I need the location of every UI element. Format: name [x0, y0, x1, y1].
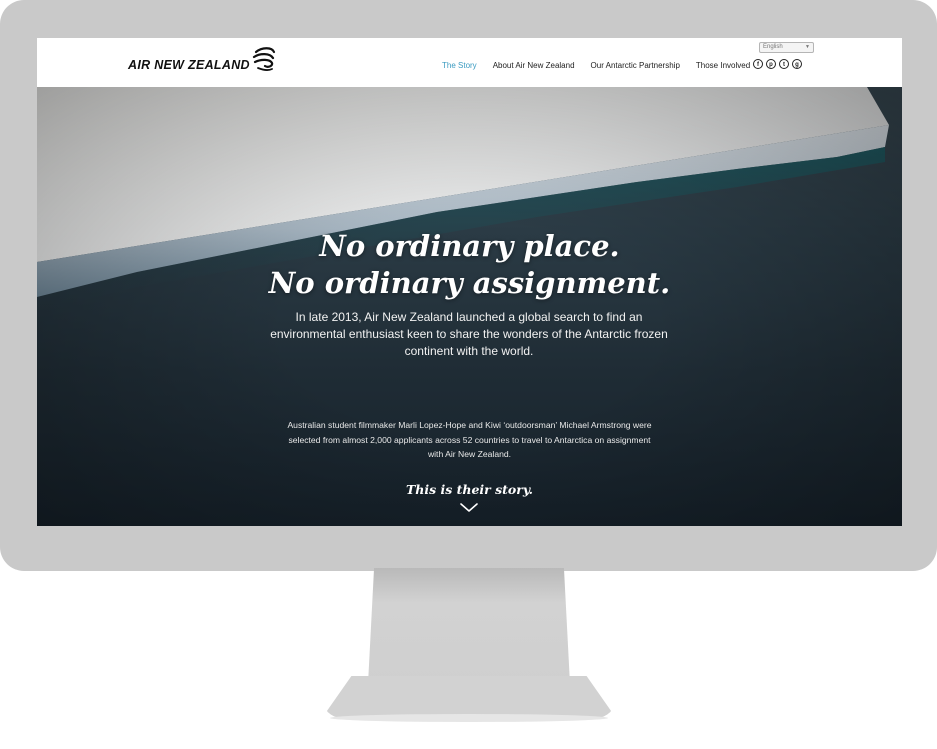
screen: AIR NEW ZEALAND English ▼ The Story Abou…: [37, 38, 902, 526]
language-selected: English: [763, 44, 783, 50]
hero-lead-paragraph: In late 2013, Air New Zealand launched a…: [270, 310, 668, 358]
nav-item-antarctic-partnership[interactable]: Our Antarctic Partnership: [591, 61, 680, 70]
monitor-stand-base: [322, 676, 616, 718]
nav-item-about[interactable]: About Air New Zealand: [493, 61, 575, 70]
monitor-stand-shadow: [330, 714, 608, 722]
chevron-down-icon: ▼: [805, 44, 810, 50]
pinterest-icon[interactable]: p: [766, 59, 776, 69]
hero-section: No ordinary place. No ordinary assignmen…: [37, 87, 902, 526]
hero-body-paragraph: Australian student filmmaker Marli Lopez…: [287, 420, 652, 459]
hero-headline-line1: No ordinary place.: [319, 229, 620, 263]
brand-wordmark: AIR NEW ZEALAND: [128, 58, 250, 72]
story-tagline: This is their story.: [405, 482, 534, 497]
scroll-down-chevron-icon[interactable]: [459, 502, 479, 514]
koru-logo-icon: [252, 47, 275, 71]
nav-item-those-involved[interactable]: Those Involved: [696, 61, 750, 70]
twitter-icon[interactable]: t: [779, 59, 789, 69]
facebook-icon[interactable]: f: [753, 59, 763, 69]
language-select[interactable]: English ▼: [759, 42, 814, 53]
monitor-stand-neck: [368, 568, 570, 684]
site-header: AIR NEW ZEALAND English ▼ The Story Abou…: [37, 38, 902, 87]
nav-item-the-story[interactable]: The Story: [442, 61, 477, 70]
social-links: f p t g: [753, 59, 802, 69]
hero-headline-line2: No ordinary assignment.: [268, 266, 671, 300]
main-nav: The Story About Air New Zealand Our Anta…: [442, 61, 766, 70]
brand-logo[interactable]: AIR NEW ZEALAND: [128, 46, 276, 72]
google-plus-icon[interactable]: g: [792, 59, 802, 69]
